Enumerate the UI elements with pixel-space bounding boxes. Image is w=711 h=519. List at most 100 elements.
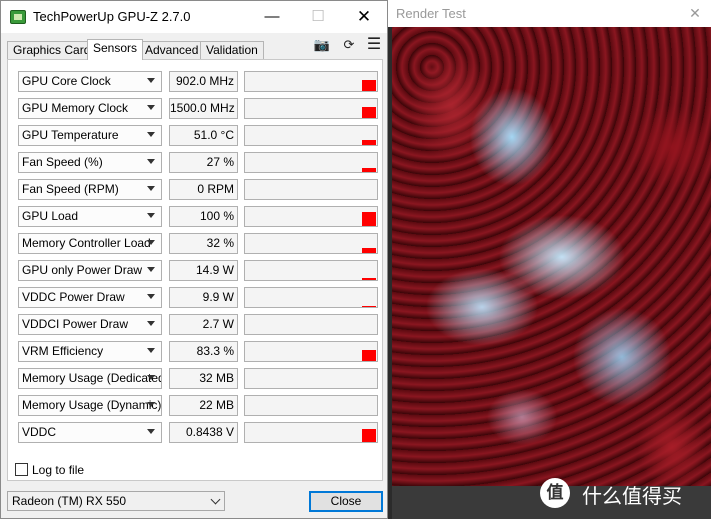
sensor-row: GPU Load 100 % [18,206,380,227]
watermark-text: 什么值得买 [582,484,682,508]
sensor-label[interactable]: VDDC [18,422,162,443]
camera-icon[interactable]: 📷 [313,37,331,53]
sensor-label[interactable]: GPU only Power Draw [18,260,162,281]
sensor-graph-bar [362,107,376,118]
sensor-row: VDDC 0.8438 V [18,422,380,443]
dropdown-arrow-icon[interactable] [147,429,155,434]
sensor-graph [244,206,378,227]
dropdown-arrow-icon[interactable] [147,159,155,164]
sensor-row: GPU only Power Draw 14.9 W [18,260,380,281]
sensor-row: VRM Efficiency 83.3 % [18,341,380,362]
sensor-graph [244,152,378,173]
render-title-bar: Render Test ✕ [388,0,711,27]
sensor-graph [244,314,378,335]
sensor-row: Fan Speed (RPM) 0 RPM [18,179,380,200]
sensor-value: 83.3 % [169,341,238,362]
render-close-icon[interactable]: ✕ [686,4,704,22]
sensor-value: 100 % [169,206,238,227]
tab-sensors[interactable]: Sensors [87,39,144,60]
sensor-graph [244,287,378,308]
sensor-label[interactable]: VDDC Power Draw [18,287,162,308]
sensor-label[interactable]: Fan Speed (%) [18,152,162,173]
sensor-value: 27 % [169,152,238,173]
window-title: TechPowerUp GPU-Z 2.7.0 [33,9,191,24]
sensor-graph-bar [362,248,376,253]
sensor-graph-bar [362,278,376,280]
sensor-label[interactable]: Fan Speed (RPM) [18,179,162,200]
sensor-value: 32 MB [169,368,238,389]
sensor-graph-bar [362,306,376,307]
title-bar: TechPowerUp GPU-Z 2.7.0 — ☐ ✕ [1,1,387,33]
sensor-graph [244,71,378,92]
dropdown-arrow-icon[interactable] [147,321,155,326]
gpu-select-value: Radeon (TM) RX 550 [12,494,127,508]
close-icon[interactable]: ✕ [341,1,387,33]
sensor-label[interactable]: GPU Memory Clock [18,98,162,119]
sensor-graph [244,179,378,200]
sensor-row: Memory Usage (Dynamic) 22 MB [18,395,380,416]
sensor-label[interactable]: Memory Usage (Dynamic) [18,395,162,416]
sensor-row: GPU Core Clock 902.0 MHz [18,71,380,92]
tab-graphics-card[interactable]: Graphics Card [7,41,97,60]
dropdown-arrow-icon[interactable] [147,213,155,218]
sensor-value: 2.7 W [169,314,238,335]
gpu-select[interactable]: Radeon (TM) RX 550 [7,491,225,511]
sensor-graph-bar [362,350,376,361]
sensor-row: Fan Speed (%) 27 % [18,152,380,173]
dropdown-arrow-icon[interactable] [147,402,155,407]
sensors-panel: GPU Core Clock 902.0 MHz GPU Memory Clock 1… [7,59,383,481]
gpuz-app-icon [10,10,26,24]
sensor-row: GPU Temperature 51.0 °C [18,125,380,146]
sensor-graph [244,98,378,119]
sensor-row: Memory Controller Load 32 % [18,233,380,254]
sensor-graph-bar [362,140,376,145]
sensor-graph-bar [362,429,376,442]
dropdown-arrow-icon[interactable] [147,267,155,272]
render-window-title: Render Test [396,6,466,21]
sensor-label[interactable]: GPU Core Clock [18,71,162,92]
dropdown-arrow-icon[interactable] [147,240,155,245]
sensor-row: GPU Memory Clock 1500.0 MHz [18,98,380,119]
log-to-file-label: Log to file [32,463,85,477]
maximize-icon[interactable]: ☐ [295,1,341,33]
sensor-value: 14.9 W [169,260,238,281]
sensor-row: VDDCI Power Draw 2.7 W [18,314,380,335]
gpuz-window: TechPowerUp GPU-Z 2.7.0 — ☐ ✕ Graphics C… [0,0,388,519]
dropdown-arrow-icon[interactable] [147,105,155,110]
sensor-graph [244,395,378,416]
sensor-graph [244,341,378,362]
dropdown-arrow-icon[interactable] [147,375,155,380]
watermark-logo: 值 [540,478,570,508]
sensor-graph [244,368,378,389]
render-canvas [392,27,711,486]
sensor-label[interactable]: VDDCI Power Draw [18,314,162,335]
dropdown-arrow-icon[interactable] [147,294,155,299]
sensor-label[interactable]: Memory Controller Load [18,233,162,254]
sensor-value: 1500.0 MHz [169,98,238,119]
sensor-graph-bar [362,168,376,172]
sensor-row: Memory Usage (Dedicated) 32 MB [18,368,380,389]
dropdown-arrow-icon[interactable] [147,186,155,191]
sensor-value: 51.0 °C [169,125,238,146]
sensor-label[interactable]: GPU Load [18,206,162,227]
refresh-icon[interactable]: ⟳ [340,37,358,53]
sensor-label[interactable]: GPU Temperature [18,125,162,146]
dropdown-arrow-icon[interactable] [147,348,155,353]
dropdown-arrow-icon[interactable] [147,78,155,83]
sensor-label[interactable]: Memory Usage (Dedicated) [18,368,162,389]
sensor-label[interactable]: VRM Efficiency [18,341,162,362]
tab-advanced[interactable]: Advanced [139,41,205,60]
menu-icon[interactable]: ☰ [365,37,383,53]
sensor-graph [244,125,378,146]
tab-validation[interactable]: Validation [200,41,264,60]
minimize-icon[interactable]: — [249,1,295,33]
sensor-row: VDDC Power Draw 9.9 W [18,287,380,308]
sensor-graph [244,233,378,254]
log-to-file-checkbox[interactable] [15,463,28,476]
sensor-graph [244,260,378,281]
close-button[interactable]: Close [309,491,383,512]
sensor-value: 22 MB [169,395,238,416]
sensor-graph-bar [362,212,376,226]
sensor-graph [244,422,378,443]
dropdown-arrow-icon[interactable] [147,132,155,137]
